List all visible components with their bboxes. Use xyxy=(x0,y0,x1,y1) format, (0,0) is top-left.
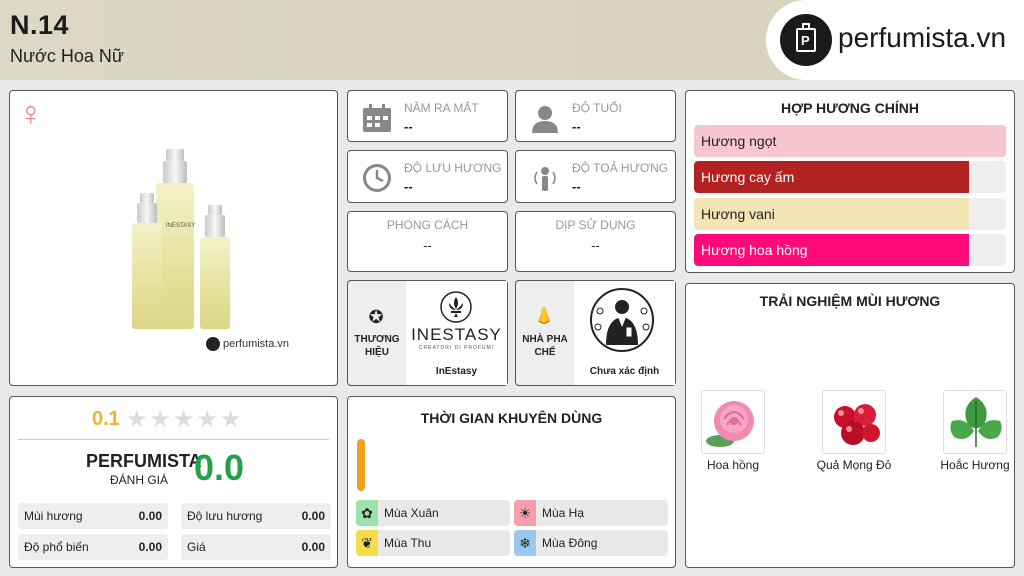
season-winter: ❄ Mùa Đông xyxy=(514,530,668,556)
flower-icon: ✿ xyxy=(356,500,378,526)
season-autumn: ❦ Mùa Thu xyxy=(356,530,510,556)
accords-title: HỢP HƯƠNG CHÍNH xyxy=(781,100,919,116)
person-icon xyxy=(532,106,558,133)
logo-text: perfumista.vn xyxy=(838,22,1007,53)
usage-indicator-bar xyxy=(357,439,365,491)
metric-popularity: Độ phổ biến 0.00 xyxy=(18,534,168,560)
site-logo[interactable]: P perfumista.vn xyxy=(766,0,1024,80)
note-label: Hoa hồng xyxy=(706,458,760,472)
season-spring: ✿ Mùa Xuân xyxy=(356,500,510,526)
sillage-card: ĐỘ TOẢ HƯƠNG -- xyxy=(515,150,676,203)
logo-mini-icon xyxy=(206,337,220,351)
style-label: PHONG CÁCH xyxy=(386,218,469,232)
accord-label: Hương vani xyxy=(701,206,775,222)
occasion-label: DỊP SỬ DỤNG xyxy=(555,218,636,232)
red-berries-icon xyxy=(822,390,886,454)
user-score: 0.1 xyxy=(92,408,120,430)
perfumer-card[interactable]: 👃 NHÀ PHA CHẾ Chưa xác định xyxy=(515,280,676,386)
metric-price: Giá 0.00 xyxy=(181,534,331,560)
star-badge-icon: ✪ xyxy=(368,307,384,327)
season-summer: ☀ Mùa Hạ xyxy=(514,500,668,526)
perfumista-rating-label: PERFUMISTA xyxy=(86,451,202,471)
star-icon[interactable]: ★ xyxy=(173,405,195,434)
star-icon[interactable]: ★ xyxy=(220,405,242,434)
brand-logo-text: INESTASY xyxy=(411,325,502,344)
brand-logo-subtext: CREATORI DI PROFUMI xyxy=(418,345,495,351)
recommended-time-card: THỜI GIAN KHUYÊN DÙNG ✿ Mùa Xuân ☀ Mùa H… xyxy=(347,396,676,568)
sillage-label: ĐỘ TOẢ HƯƠNG xyxy=(572,161,669,175)
image-watermark: perfumista.vn xyxy=(206,337,289,351)
accord-label: Hương ngọt xyxy=(701,133,777,149)
sillage-value: -- xyxy=(572,179,581,194)
leaf-icon: ❦ xyxy=(356,530,378,556)
brand-logo-area: INESTASY CREATORI DI PROFUMI InEstasy xyxy=(406,281,507,385)
metric-scent: Mùi hương 0.00 xyxy=(18,503,168,529)
note-item-patchouli[interactable]: Hoắc Hương xyxy=(930,390,1020,473)
age-value: -- xyxy=(572,119,581,134)
perfumer-label: NHÀ PHA CHẾ xyxy=(522,334,568,358)
style-value: -- xyxy=(423,238,432,253)
calendar-icon xyxy=(363,104,391,132)
occasion-value: -- xyxy=(591,238,600,253)
accord-bar: Hương vani xyxy=(694,198,1006,230)
release-year-card: NĂM RA MẮT -- xyxy=(347,90,508,142)
user-rating: 0.1 ★ ★ ★ ★ ★ xyxy=(92,405,243,434)
note-item-rose[interactable]: Hoa hồng xyxy=(688,390,778,473)
style-card: PHONG CÁCH -- xyxy=(347,211,508,272)
product-image: INESTASY xyxy=(120,149,244,329)
divider xyxy=(18,439,329,440)
rating-sublabel: ĐÁNH GIÁ xyxy=(110,473,169,487)
age-card: ĐỘ TUỔI -- xyxy=(515,90,676,142)
perfume-title: N.14 xyxy=(10,10,70,40)
clock-icon xyxy=(363,164,391,192)
usage-title: THỜI GIAN KHUYÊN DÙNG xyxy=(420,410,603,426)
age-label: ĐỘ TUỔI xyxy=(572,101,622,115)
star-icon[interactable]: ★ xyxy=(126,405,148,434)
star-icon[interactable]: ★ xyxy=(196,405,218,434)
accord-bar: Hương cay ấm xyxy=(694,161,1006,193)
rose-icon xyxy=(701,390,765,454)
perfumer-avatar-icon xyxy=(590,288,654,352)
ratings-card: 0.1 ★ ★ ★ ★ ★ PERFUMISTA ĐÁNH GIÁ 0.0 Mù… xyxy=(9,396,338,568)
longevity-value: -- xyxy=(404,179,413,194)
accord-bar: Hương ngọt xyxy=(694,125,1006,157)
fleur-de-lis-icon xyxy=(440,291,472,323)
longevity-label: ĐỘ LƯU HƯƠNG xyxy=(404,161,502,175)
metric-longevity: Độ lưu hương 0.00 xyxy=(181,503,331,529)
note-label: Hoắc Hương xyxy=(940,458,1010,472)
note-label: Quả Mọng Đỏ xyxy=(816,458,892,472)
perfume-bottle-logo-icon: P xyxy=(780,14,832,66)
snowflake-icon: ❄ xyxy=(514,530,536,556)
sun-icon: ☀ xyxy=(514,500,536,526)
perfumer-name: Chưa xác định xyxy=(589,366,660,377)
brand-card[interactable]: ✪ THƯƠNG HIỆU INESTASY CREATORI DI PROFU… xyxy=(347,280,508,386)
accord-bar: Hương hoa hồng xyxy=(694,234,1006,266)
perfumer-image-area: Chưa xác định xyxy=(574,281,675,385)
brand-label: THƯƠNG HIỆU xyxy=(354,334,400,358)
bottle-label: INESTASY xyxy=(166,223,196,229)
female-symbol-icon: ♀ xyxy=(18,95,44,133)
occasion-card: DỊP SỬ DỤNG -- xyxy=(515,211,676,272)
patchouli-leaf-icon xyxy=(943,390,1007,454)
scent-experience-card: TRẢI NGHIỆM MÙI HƯƠNG Hoa hồng Quả Mọng … xyxy=(685,283,1015,568)
longevity-card: ĐỘ LƯU HƯƠNG -- xyxy=(347,150,508,203)
experience-title: TRẢI NGHIỆM MÙI HƯƠNG xyxy=(759,293,941,309)
brand-name: InEstasy xyxy=(435,366,478,377)
product-image-card: ♀ INESTASY perfumista.vn xyxy=(9,90,338,386)
note-item-red-berries[interactable]: Quả Mọng Đỏ xyxy=(809,390,899,473)
accord-label: Hương hoa hồng xyxy=(701,242,808,258)
release-value: -- xyxy=(404,119,413,134)
star-icon[interactable]: ★ xyxy=(149,405,171,434)
sillage-icon xyxy=(534,167,556,191)
accord-label: Hương cay ấm xyxy=(701,169,795,185)
perfume-subtitle: Nước Hoa Nữ xyxy=(10,46,124,66)
release-label: NĂM RA MẮT xyxy=(404,101,479,115)
perfumista-score: 0.0 xyxy=(194,447,245,488)
page-header: N.14 Nước Hoa Nữ P perfumista.vn xyxy=(0,0,1024,80)
nose-icon: 👃 xyxy=(534,308,554,325)
main-accords-card: HỢP HƯƠNG CHÍNH Hương ngọt Hương cay ấm Hư… xyxy=(685,90,1015,273)
